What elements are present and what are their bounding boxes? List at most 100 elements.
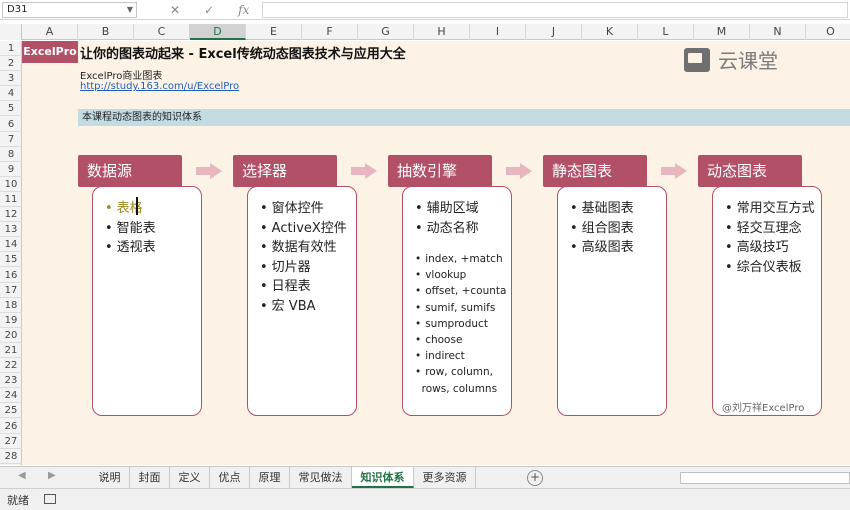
- column-header-d[interactable]: D: [190, 24, 246, 40]
- row-header-1[interactable]: 1: [0, 41, 22, 56]
- status-bar: 就绪: [0, 488, 850, 510]
- sheet-tab[interactable]: 定义: [170, 467, 210, 488]
- card-item: 基础图表: [570, 199, 634, 219]
- course-link[interactable]: http://study.163.com/u/ExcelPro: [80, 81, 239, 92]
- row-header-17[interactable]: 17: [0, 283, 22, 298]
- chevron-down-icon[interactable]: ▼: [127, 3, 133, 17]
- column-header-g[interactable]: G: [358, 24, 414, 40]
- card-item-list: 表格智能表透视表: [105, 199, 156, 258]
- row-header-26[interactable]: 26: [0, 419, 22, 434]
- row-header-14[interactable]: 14: [0, 237, 22, 253]
- row-header-16[interactable]: 16: [0, 268, 22, 283]
- row-header-19[interactable]: 19: [0, 313, 22, 328]
- formula-bar: D31 ▼ ✕ ✓ fx: [0, 0, 850, 20]
- sheet-tab[interactable]: 封面: [130, 467, 170, 488]
- row-header-25[interactable]: 25: [0, 403, 22, 419]
- insert-function-icon[interactable]: fx: [238, 3, 249, 17]
- row-header-10[interactable]: 10: [0, 177, 22, 192]
- column-header-k[interactable]: K: [582, 24, 638, 40]
- row-header-18[interactable]: 18: [0, 298, 22, 313]
- row-header-24[interactable]: 24: [0, 388, 22, 404]
- card-item: 宏 VBA: [260, 297, 347, 317]
- section-band: 本课程动态图表的知识体系: [78, 109, 850, 126]
- card-item: 表格: [105, 199, 156, 219]
- select-all-corner[interactable]: [0, 24, 22, 40]
- sheet-tab[interactable]: 优点: [210, 467, 250, 488]
- function-item: choose: [415, 332, 506, 348]
- row-header-12[interactable]: 12: [0, 207, 22, 223]
- column-header-i[interactable]: I: [470, 24, 526, 40]
- flow-arrow-icon: [506, 163, 532, 179]
- formula-input[interactable]: [262, 2, 848, 18]
- sheet-tab[interactable]: 说明: [90, 467, 130, 488]
- row-header-22[interactable]: 22: [0, 358, 22, 374]
- row-header-15[interactable]: 15: [0, 252, 22, 268]
- card-item: 组合图表: [570, 219, 634, 239]
- function-item: offset, +counta: [415, 283, 506, 299]
- row-header-11[interactable]: 11: [0, 192, 22, 207]
- card-item-list: 常用交互方式轻交互理念高级技巧综合仪表板: [725, 199, 815, 277]
- scroll-right-icon[interactable]: ▶: [48, 470, 56, 481]
- column-header-m[interactable]: M: [694, 24, 750, 40]
- subtitle: ExcelPro商业图表: [80, 71, 163, 82]
- concept-card: 基础图表组合图表高级图表: [557, 186, 667, 416]
- row-header-6[interactable]: 6: [0, 117, 22, 132]
- column-header-l[interactable]: L: [638, 24, 694, 40]
- row-header-27[interactable]: 27: [0, 434, 22, 449]
- column-header-b[interactable]: B: [78, 24, 134, 40]
- row-header-21[interactable]: 21: [0, 343, 22, 358]
- worksheet-grid[interactable]: ExcelPro 让你的图表动起来 - Excel传统动态图表技术与应用大全 E…: [22, 41, 850, 465]
- sheet-tab[interactable]: 常见做法: [290, 467, 352, 488]
- card-item-list: 窗体控件ActiveX控件数据有效性切片器日程表宏 VBA: [260, 199, 347, 316]
- row-header-5[interactable]: 5: [0, 101, 22, 117]
- brand-logo: 云课堂: [684, 45, 778, 74]
- scroll-left-icon[interactable]: ◀: [18, 470, 26, 481]
- column-header-n[interactable]: N: [750, 24, 806, 40]
- concept-card: 辅助区域动态名称 index, +matchvlookupoffset, +cou…: [402, 186, 512, 416]
- card-title: 选择器: [233, 155, 337, 187]
- add-sheet-button[interactable]: +: [527, 470, 543, 486]
- card-item: 日程表: [260, 277, 347, 297]
- sheet-tab[interactable]: 原理: [250, 467, 290, 488]
- column-header-a[interactable]: A: [22, 24, 78, 40]
- macro-record-icon[interactable]: [44, 494, 56, 504]
- cloud-class-icon: [684, 47, 710, 72]
- horizontal-scrollbar[interactable]: [680, 472, 850, 484]
- row-headers: 1 2 3 4 5 6 7 8 9 10 11 12 13 14 15 16 17 18 19 20 21 22 23 24 2…: [0, 41, 22, 465]
- column-header-h[interactable]: H: [414, 24, 470, 40]
- card-item: 切片器: [260, 258, 347, 278]
- card-item: 高级技巧: [725, 238, 815, 258]
- concept-card: 表格智能表透视表: [92, 186, 202, 416]
- card-title: 抽数引擎: [388, 155, 492, 187]
- row-header-7[interactable]: 7: [0, 132, 22, 147]
- excelpro-logo-cell[interactable]: ExcelPro: [22, 41, 78, 63]
- card-title: 数据源: [78, 155, 182, 187]
- column-header-j[interactable]: J: [526, 24, 582, 40]
- row-header-23[interactable]: 23: [0, 373, 22, 389]
- column-headers: ABCDEFGHIJKLMNO: [0, 24, 850, 40]
- column-header-f[interactable]: F: [302, 24, 358, 40]
- column-header-o[interactable]: O: [806, 24, 850, 40]
- enter-icon[interactable]: ✓: [204, 3, 214, 17]
- card-item: 数据有效性: [260, 238, 347, 258]
- row-header-13[interactable]: 13: [0, 222, 22, 238]
- row-header-28[interactable]: 28: [0, 449, 22, 464]
- card-item: 窗体控件: [260, 199, 347, 219]
- card-title: 动态图表: [698, 155, 802, 187]
- name-box[interactable]: D31 ▼: [2, 2, 137, 18]
- row-header-4[interactable]: 4: [0, 86, 22, 102]
- concept-card: 窗体控件ActiveX控件数据有效性切片器日程表宏 VBA: [247, 186, 357, 416]
- cancel-icon[interactable]: ✕: [170, 3, 180, 17]
- row-header-8[interactable]: 8: [0, 147, 22, 162]
- card-title: 静态图表: [543, 155, 647, 187]
- sheet-tab[interactable]: 知识体系: [352, 467, 414, 488]
- card-item: ActiveX控件: [260, 219, 347, 239]
- row-header-2[interactable]: 2: [0, 56, 22, 72]
- row-header-3[interactable]: 3: [0, 71, 22, 87]
- column-header-e[interactable]: E: [246, 24, 302, 40]
- column-header-c[interactable]: C: [134, 24, 190, 40]
- row-header-9[interactable]: 9: [0, 162, 22, 177]
- row-header-20[interactable]: 20: [0, 328, 22, 343]
- flow-arrow-icon: [351, 163, 377, 179]
- sheet-tab[interactable]: 更多资源: [414, 467, 476, 488]
